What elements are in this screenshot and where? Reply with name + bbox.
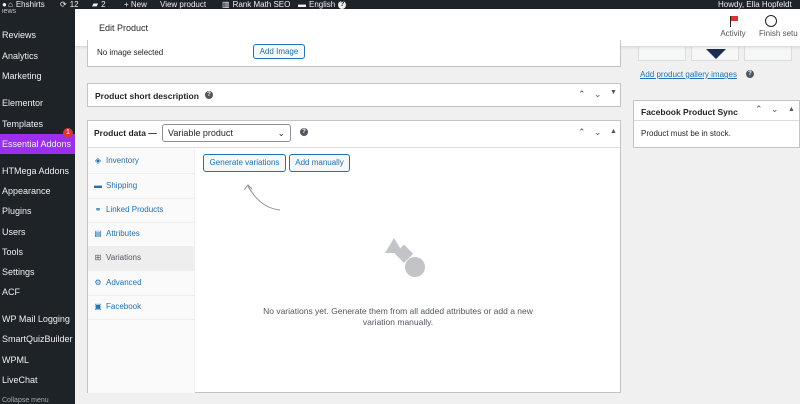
product-type-select[interactable]: Variable product ⌄: [162, 124, 291, 142]
move-down-icon[interactable]: ⌄: [771, 104, 779, 115]
tab-shipping[interactable]: ▬ Shipping: [88, 174, 195, 199]
flag-icon: ▬: [298, 0, 306, 9]
site-name-link[interactable]: ⌂ Ehshirts: [8, 0, 45, 9]
finish-setup-button[interactable]: Finish setu: [759, 15, 800, 38]
wp-logo-icon[interactable]: ●: [2, 0, 7, 9]
curved-arrow-icon: [243, 184, 281, 211]
help-icon: ?: [338, 0, 347, 9]
product-gallery: [638, 47, 800, 61]
toggle-panel-icon[interactable]: ▲: [788, 106, 795, 113]
move-up-icon[interactable]: ⌃: [578, 89, 586, 100]
notification-badge: 1: [63, 128, 73, 138]
tab-attributes[interactable]: ▤ Attributes: [88, 222, 195, 247]
gallery-thumbnail[interactable]: [638, 47, 686, 61]
add-gallery-images-link[interactable]: Add product gallery images: [640, 70, 737, 79]
facebook-icon: ▣: [94, 302, 102, 311]
list-icon: ▤: [94, 229, 102, 238]
sidebar-item-wpml[interactable]: WPML: [0, 350, 75, 370]
tab-linked-products[interactable]: ⚭ Linked Products: [88, 198, 195, 223]
tab-inventory[interactable]: ◈ Inventory: [88, 149, 195, 174]
page-title: Edit Product: [99, 23, 149, 33]
help-icon[interactable]: ?: [746, 70, 754, 78]
admin-sidebar: iews Reviews Analytics Marketing Element…: [0, 9, 75, 404]
shapes-placeholder-icon: [385, 238, 425, 277]
grid-icon: ⊞: [94, 253, 102, 262]
tab-advanced[interactable]: ⚙ Advanced: [88, 271, 195, 296]
refresh-icon: ⟳: [60, 0, 67, 9]
truck-icon: ▬: [94, 181, 102, 190]
tab-variations[interactable]: ⊞ Variations: [88, 246, 195, 271]
sidebar-item-settings[interactable]: Settings: [0, 262, 75, 282]
sidebar-item-livechat[interactable]: LiveChat: [0, 370, 75, 390]
shirt-image-icon: [706, 49, 726, 59]
product-data-title: Product data —: [94, 128, 157, 138]
sidebar-item-plugins[interactable]: Plugins: [0, 201, 75, 221]
gallery-thumbnail[interactable]: [691, 47, 739, 61]
new-content-link[interactable]: + New: [124, 0, 147, 9]
product-image-box: No image selected Add Image: [87, 40, 621, 67]
facebook-sync-message: Product must be in stock.: [641, 129, 731, 138]
facebook-sync-header: Facebook Product Sync ⌃ ⌄ ▲: [634, 101, 799, 121]
move-down-icon[interactable]: ⌄: [594, 89, 602, 100]
sidebar-item-elementor[interactable]: Elementor: [0, 93, 75, 113]
facebook-sync-box: Facebook Product Sync ⌃ ⌄ ▲ Product must…: [633, 100, 800, 148]
no-image-text: No image selected: [97, 48, 164, 57]
tab-facebook[interactable]: ▣ Facebook: [88, 295, 195, 320]
product-data-box: Product data — Variable product ⌄ ? ⌃ ⌄ …: [87, 120, 621, 393]
admin-bar: ● ⌂ Ehshirts ⟳ 12 ▰ 2 + New View product ▥ R…: [0, 0, 800, 9]
short-description-title[interactable]: Product short description: [95, 91, 199, 101]
help-icon[interactable]: ?: [300, 128, 308, 136]
sidebar-item-users[interactable]: Users: [0, 222, 75, 242]
chevron-down-icon: ⌄: [277, 128, 285, 138]
sidebar-item-reviews-cut[interactable]: iews: [0, 9, 75, 17]
sidebar-item-smartquizbuilder[interactable]: SmartQuizBuilder: [0, 329, 75, 349]
sidebar-item-label: Essential Addons: [2, 139, 72, 149]
toggle-panel-icon[interactable]: ▼: [610, 89, 617, 96]
sidebar-item-acf[interactable]: ACF: [0, 282, 75, 302]
sidebar-item-appearance[interactable]: Appearance: [0, 181, 75, 201]
product-data-tabs: ◈ Inventory ▬ Shipping ⚭ Linked Products ▤ A…: [88, 149, 195, 393]
sidebar-item-wp-mail-logging[interactable]: WP Mail Logging: [0, 309, 75, 329]
gallery-thumbnail[interactable]: [744, 47, 792, 61]
home-icon: ⌂: [8, 0, 13, 9]
gear-icon: ⚙: [94, 278, 102, 287]
short-description-box: Product short description ? ⌃ ⌄ ▼: [87, 83, 621, 107]
activity-flag-icon: [727, 15, 739, 27]
collapse-menu-button[interactable]: Collapse menu: [0, 395, 75, 404]
updates-link[interactable]: ⟳ 12: [60, 0, 79, 9]
link-icon: ⚭: [94, 205, 102, 214]
progress-circle-icon: [765, 15, 777, 27]
inventory-icon: ◈: [94, 156, 102, 165]
activity-button[interactable]: Activity: [716, 15, 750, 38]
generate-variations-button[interactable]: Generate variations: [203, 154, 286, 172]
product-data-header: Product data — Variable product ⌄ ? ⌃ ⌄ …: [88, 121, 620, 148]
facebook-sync-title[interactable]: Facebook Product Sync: [641, 107, 738, 117]
sidebar-item-htmega-addons[interactable]: HTMega Addons: [0, 161, 75, 181]
sidebar-item-marketing[interactable]: Marketing: [0, 66, 75, 86]
add-manually-button[interactable]: Add manually: [289, 154, 350, 172]
sidebar-item-reviews[interactable]: Reviews: [0, 25, 75, 45]
language-switcher[interactable]: ▬ English?: [298, 0, 347, 9]
help-icon[interactable]: ?: [205, 91, 213, 99]
view-product-link[interactable]: View product: [160, 0, 206, 9]
sidebar-item-tools[interactable]: Tools: [0, 242, 75, 262]
rank-math-icon: ▥: [222, 0, 230, 9]
rank-math-link[interactable]: ▥ Rank Math SEO: [222, 0, 290, 9]
no-variations-message: No variations yet. Generate them from al…: [263, 306, 533, 327]
move-up-icon[interactable]: ⌃: [578, 127, 586, 138]
add-image-button[interactable]: Add Image: [253, 44, 305, 59]
sidebar-item-essential-addons[interactable]: Essential Addons 1: [0, 128, 75, 154]
comment-icon: ▰: [92, 0, 99, 9]
move-down-icon[interactable]: ⌄: [594, 127, 602, 138]
comments-link[interactable]: ▰ 2: [92, 0, 106, 9]
my-account-link[interactable]: Howdy, Ella Hopfeldt: [718, 0, 792, 9]
move-up-icon[interactable]: ⌃: [755, 104, 763, 115]
sidebar-item-analytics[interactable]: Analytics: [0, 46, 75, 66]
toggle-panel-icon[interactable]: ▲: [610, 128, 617, 135]
